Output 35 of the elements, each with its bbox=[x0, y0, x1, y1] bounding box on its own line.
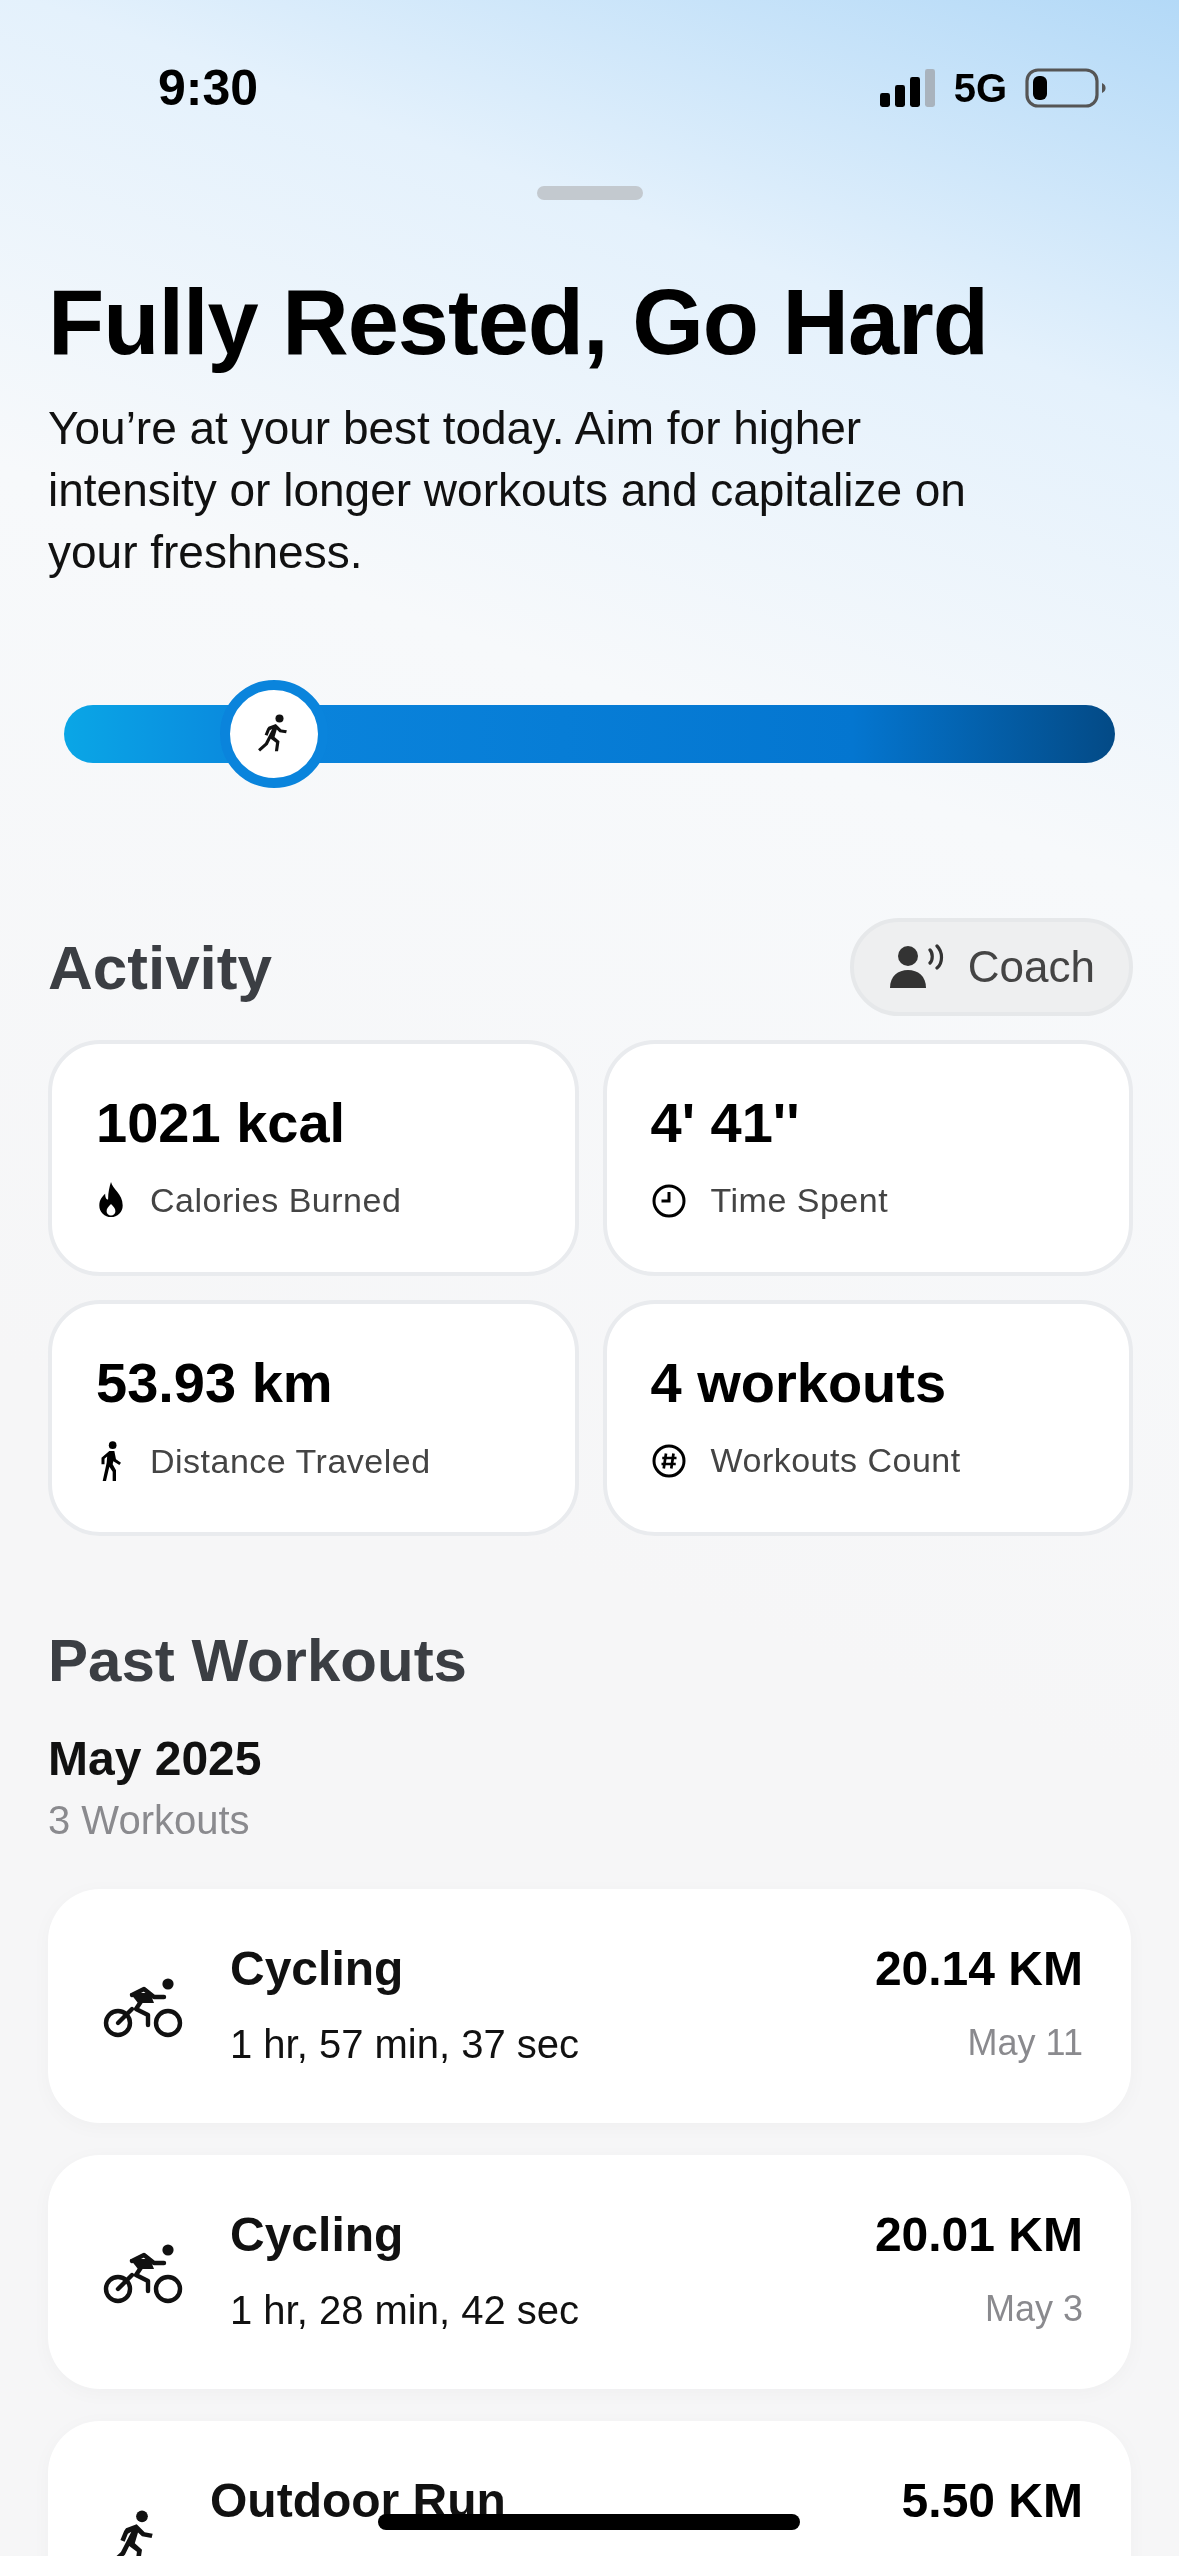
status-time: 9:30 bbox=[158, 59, 259, 117]
stat-label: Calories Burned bbox=[150, 1181, 402, 1220]
section-title: Activity bbox=[48, 931, 272, 1003]
clock-icon bbox=[650, 1182, 687, 1219]
workout-date: May 11 bbox=[967, 2022, 1083, 2064]
battery-icon bbox=[1025, 68, 1107, 108]
workout-distance: 20.14 KM bbox=[874, 1941, 1083, 1996]
speaking-person-icon bbox=[889, 944, 946, 990]
stat-label: Distance Traveled bbox=[150, 1441, 431, 1481]
sheet-grabber[interactable] bbox=[536, 186, 643, 200]
stat-value: 1021 kcal bbox=[96, 1090, 347, 1155]
workout-duration: 1 hr, 28 min, 42 sec bbox=[230, 2288, 580, 2333]
stat-label: Workouts Count bbox=[710, 1441, 961, 1480]
coach-button[interactable]: Coach bbox=[849, 918, 1133, 1016]
network-label: 5G bbox=[953, 65, 1007, 111]
workout-name: Cycling bbox=[230, 2207, 404, 2262]
workout-card[interactable]: Cycling 1 hr, 28 min, 42 sec 20.01 KM May 3 bbox=[48, 2155, 1131, 2389]
workout-date: May 3 bbox=[984, 2288, 1083, 2330]
flame-icon bbox=[96, 1181, 126, 1220]
number-sign-icon bbox=[650, 1442, 687, 1479]
signal-icon bbox=[879, 69, 936, 107]
readiness-title: Fully Rested, Go Hard bbox=[48, 270, 990, 375]
workout-card[interactable]: Cycling 1 hr, 57 min, 37 sec 20.14 KM May 11 bbox=[48, 1889, 1131, 2123]
stat-value: 4' 41'' bbox=[650, 1090, 801, 1155]
workout-count: 3 Workouts bbox=[48, 1798, 251, 1843]
stat-label: Time Spent bbox=[710, 1181, 889, 1220]
workout-duration: 1 hr, 57 min, 37 sec bbox=[230, 2022, 580, 2067]
month-heading: May 2025 bbox=[48, 1731, 263, 1786]
stat-value: 4 workouts bbox=[650, 1350, 948, 1415]
workout-distance: 5.50 KM bbox=[901, 2473, 1083, 2528]
stat-value: 53.93 km bbox=[96, 1350, 334, 1415]
workout-distance: 20.01 KM bbox=[874, 2207, 1083, 2262]
readiness-description: You’re at your best today. Aim for higher intensity or longer workouts and capitalize on your freshness. bbox=[48, 401, 967, 580]
section-title: Past Workouts bbox=[48, 1626, 468, 1695]
workout-name: Cycling bbox=[230, 1941, 404, 1996]
